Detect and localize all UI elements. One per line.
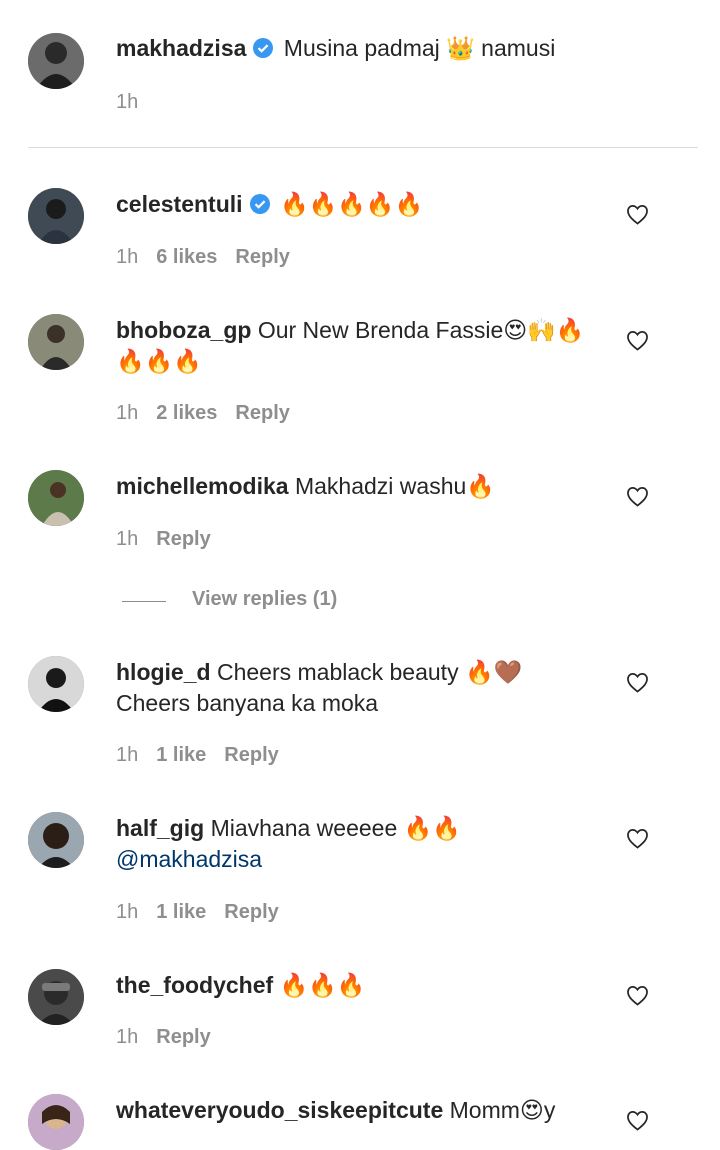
comment-text: Our New Brenda Fassie😍🙌🔥: [257, 317, 585, 343]
avatar[interactable]: [28, 969, 84, 1025]
heart-icon[interactable]: [626, 1110, 649, 1131]
comment-time: 1h: [116, 402, 139, 424]
comment-likes[interactable]: 1 like: [156, 744, 206, 766]
view-replies-line: [122, 601, 166, 602]
avatar[interactable]: [28, 812, 84, 868]
comment-username[interactable]: celestentuli: [116, 191, 243, 217]
caption-meta: 1h: [116, 90, 156, 114]
reply-button[interactable]: Reply: [156, 528, 210, 550]
mention-link[interactable]: @makhadzisa: [116, 843, 262, 875]
comment-username[interactable]: michellemodika: [116, 473, 289, 499]
avatar[interactable]: [28, 33, 84, 89]
comment-likes[interactable]: 2 likes: [156, 402, 217, 424]
comment-meta: 1h 2 likes Reply: [116, 401, 308, 425]
heart-icon[interactable]: [626, 828, 649, 849]
avatar[interactable]: [28, 1094, 84, 1150]
comment-line: whateveryoudo_siskeepitcute Momm😍y: [116, 1094, 555, 1126]
reply-button[interactable]: Reply: [224, 744, 278, 766]
comment-text: Cheers mablack beauty 🔥🤎: [216, 659, 523, 685]
comment-meta: 1h Reply: [116, 1025, 229, 1049]
avatar[interactable]: [28, 656, 84, 712]
caption-time: 1h: [116, 91, 139, 113]
verified-icon: [249, 191, 271, 223]
verified-icon: [252, 35, 274, 67]
comment-username[interactable]: the_foodychef: [116, 972, 273, 998]
comment-line: hlogie_d Cheers mablack beauty 🔥🤎: [116, 656, 522, 688]
comment-time: 1h: [116, 528, 139, 550]
heart-icon[interactable]: [626, 204, 649, 225]
caption-username[interactable]: makhadzisa: [116, 35, 246, 61]
comment-username[interactable]: hlogie_d: [116, 659, 211, 685]
comment-text-line2: Cheers banyana ka moka: [116, 690, 379, 716]
heart-icon[interactable]: [626, 486, 649, 507]
heart-icon[interactable]: [626, 330, 649, 351]
caption-line: makhadzisa Musina padmaj 👑 namusi: [116, 32, 555, 67]
comment-meta: 1h Reply: [116, 527, 229, 551]
comment-time: 1h: [116, 744, 139, 766]
heart-icon[interactable]: [626, 985, 649, 1006]
comment-time: 1h: [116, 246, 139, 268]
comment-line: bhoboza_gp Our New Brenda Fassie😍🙌🔥: [116, 314, 585, 346]
comment-time: 1h: [116, 901, 139, 923]
comment-line: half_gig Miavhana weeeee 🔥🔥: [116, 812, 461, 844]
avatar[interactable]: [28, 188, 84, 244]
comment-meta: 1h 1 like Reply: [116, 900, 297, 924]
comment-username[interactable]: whateveryoudo_siskeepitcute: [116, 1097, 443, 1123]
comment-text: 🔥🔥🔥: [279, 972, 366, 998]
comment-text: 🔥🔥🔥🔥🔥: [279, 191, 424, 217]
comment-line: celestentuli 🔥🔥🔥🔥🔥: [116, 188, 423, 223]
avatar[interactable]: [28, 470, 84, 526]
reply-button[interactable]: Reply: [235, 402, 289, 424]
comment-meta: 1h 1 like Reply: [116, 743, 297, 767]
reply-button[interactable]: Reply: [156, 1026, 210, 1048]
comment-line: michellemodika Makhadzi washu🔥: [116, 470, 495, 502]
caption-text: Musina padmaj 👑 namusi: [283, 35, 556, 61]
comment-time: 1h: [116, 1026, 139, 1048]
comment-text: Momm😍y: [449, 1097, 556, 1123]
comment-likes[interactable]: 1 like: [156, 901, 206, 923]
heart-icon[interactable]: [626, 672, 649, 693]
comment-meta: 1h 6 likes Reply: [116, 245, 308, 269]
comment-likes[interactable]: 6 likes: [156, 246, 217, 268]
comment-line: the_foodychef 🔥🔥🔥: [116, 969, 366, 1001]
reply-button[interactable]: Reply: [224, 901, 278, 923]
comment-username[interactable]: half_gig: [116, 815, 204, 841]
divider: [28, 147, 698, 148]
comment-text: Miavhana weeeee 🔥🔥: [210, 815, 461, 841]
view-replies-button[interactable]: View replies (1): [192, 588, 337, 611]
comment-username[interactable]: bhoboza_gp: [116, 317, 251, 343]
avatar[interactable]: [28, 314, 84, 370]
comment-text-line2: 🔥🔥🔥: [116, 348, 202, 374]
reply-button[interactable]: Reply: [235, 246, 289, 268]
comment-text: Makhadzi washu🔥: [294, 473, 495, 499]
